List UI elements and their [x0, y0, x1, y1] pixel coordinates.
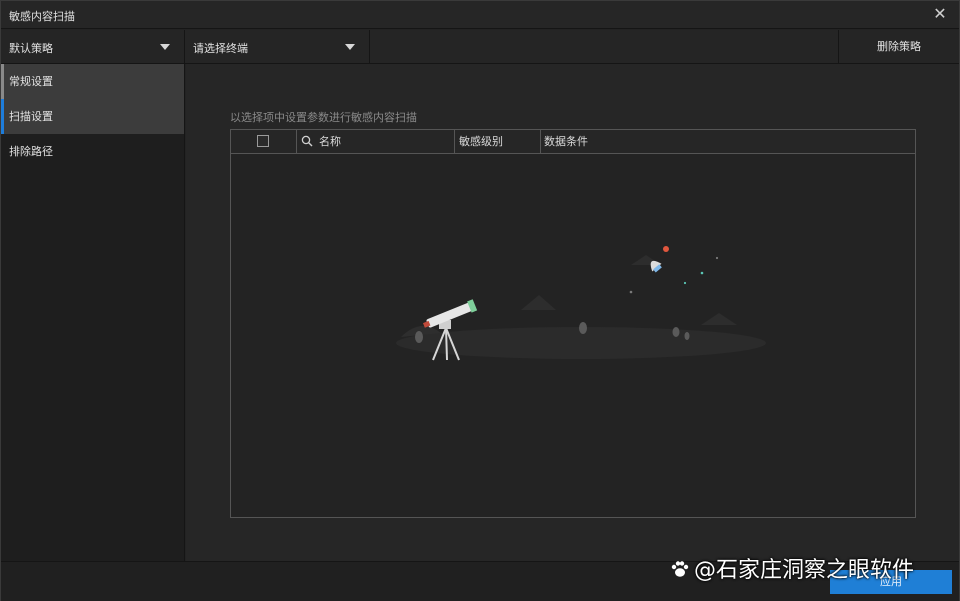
- delete-policy-button[interactable]: 删除策略: [838, 30, 959, 63]
- empty-state-illustration: [396, 246, 766, 361]
- select-all-column: [231, 130, 297, 153]
- select-all-checkbox[interactable]: [257, 135, 269, 147]
- terminal-dropdown-placeholder: 请选择终端: [193, 42, 248, 55]
- sidebar-item-scan-settings[interactable]: 扫描设置: [1, 99, 184, 134]
- column-label-name: 名称: [319, 135, 341, 148]
- policy-dropdown[interactable]: 默认策略: [1, 30, 185, 63]
- sidebar-item-general-settings[interactable]: 常规设置: [1, 64, 184, 99]
- title-bar: 敏感内容扫描 ✕: [1, 1, 959, 29]
- sidebar-item-label: 扫描设置: [9, 110, 53, 123]
- paw-logo-icon: [671, 561, 689, 577]
- policy-dropdown-value: 默认策略: [9, 42, 53, 55]
- dialog-window: 敏感内容扫描 ✕ 默认策略 请选择终端 删除策略 常规设置 扫描设置 排除路径 …: [0, 0, 960, 601]
- watermark-text: @石家庄洞察之眼软件: [694, 558, 915, 583]
- sidebar-item-label: 常规设置: [9, 75, 53, 88]
- watermark: @石家庄洞察之眼软件: [669, 552, 914, 584]
- caret-down-icon: [160, 44, 170, 50]
- scan-hint-text: 以选择项中设置参数进行敏感内容扫描: [230, 111, 417, 124]
- column-header-name[interactable]: 名称: [297, 130, 455, 153]
- sidebar-item-label: 排除路径: [9, 145, 53, 158]
- search-icon[interactable]: [301, 135, 313, 147]
- sidebar-item-exclude-paths[interactable]: 排除路径: [1, 134, 184, 169]
- toolbar: 默认策略 请选择终端 删除策略: [1, 30, 959, 64]
- main-panel: 以选择项中设置参数进行敏感内容扫描 名称 敏感级别 数据条件: [186, 64, 959, 561]
- caret-down-icon: [345, 44, 355, 50]
- terminal-dropdown[interactable]: 请选择终端: [185, 30, 370, 63]
- table-header: 名称 敏感级别 数据条件: [231, 130, 915, 154]
- close-icon[interactable]: ✕: [931, 5, 949, 23]
- scan-items-table: 名称 敏感级别 数据条件: [230, 129, 916, 518]
- sidebar: 常规设置 扫描设置 排除路径: [1, 64, 185, 561]
- column-header-data-condition[interactable]: 数据条件: [541, 130, 915, 153]
- window-title: 敏感内容扫描: [9, 10, 75, 23]
- column-header-sensitivity[interactable]: 敏感级别: [455, 130, 541, 153]
